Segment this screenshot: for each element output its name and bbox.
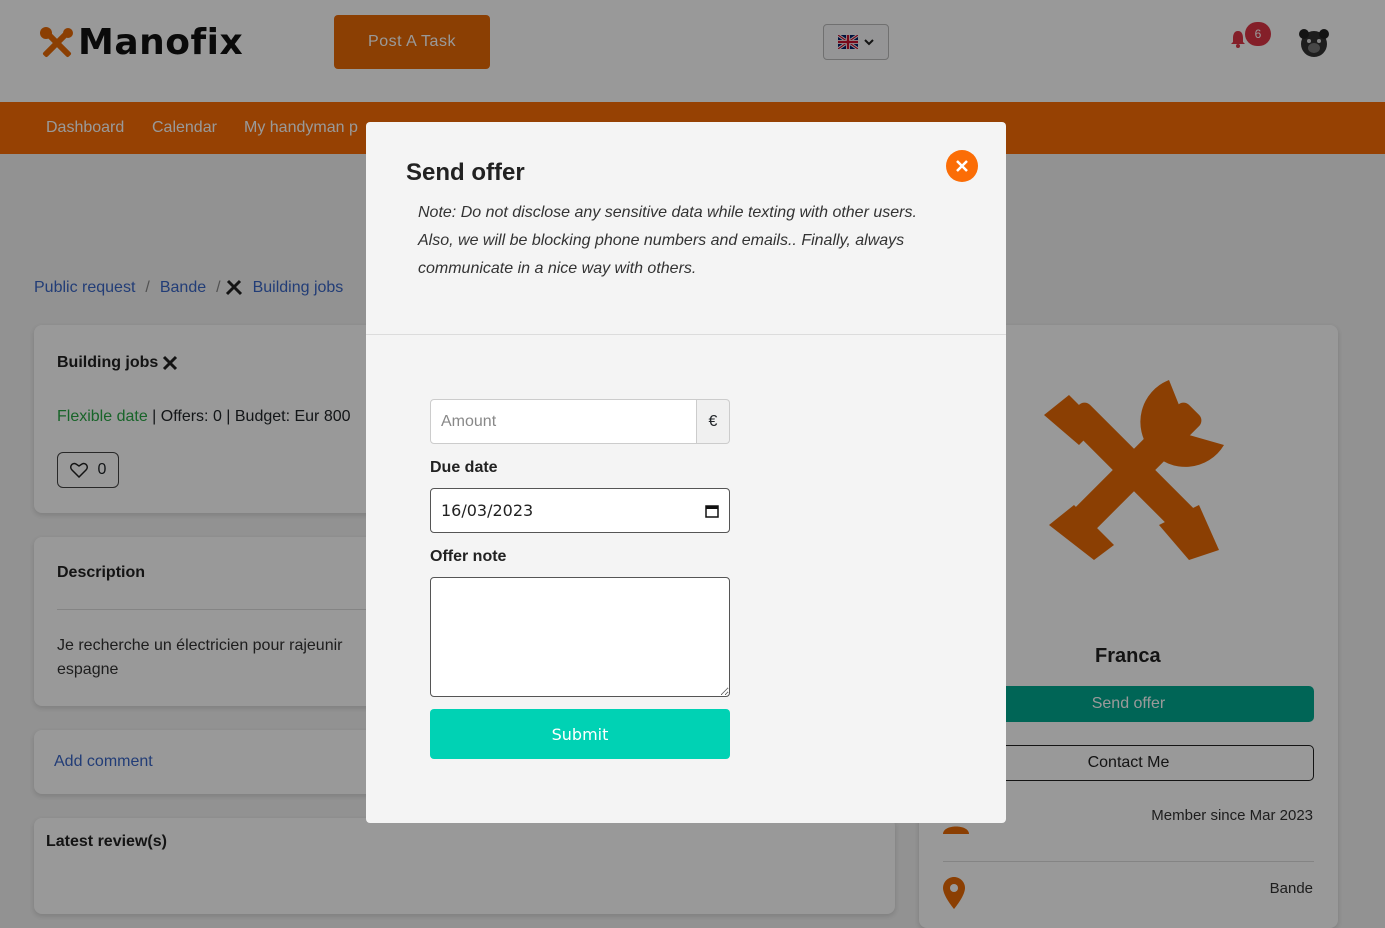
- submit-button[interactable]: Submit: [430, 709, 730, 759]
- amount-input[interactable]: [430, 399, 697, 444]
- amount-group: €: [430, 399, 730, 444]
- due-date-label: Due date: [430, 459, 498, 476]
- privacy-note: Note: Do not disclose any sensitive data…: [418, 204, 917, 277]
- modal-title: Send offer: [406, 159, 525, 186]
- calendar-icon[interactable]: [705, 504, 719, 518]
- close-icon: [956, 160, 968, 172]
- send-offer-modal: Send offer Note: Do not disclose any sen…: [366, 122, 1006, 823]
- offer-note-textarea[interactable]: [430, 577, 730, 697]
- due-date-input[interactable]: 16/03/2023: [430, 488, 730, 533]
- due-date-value: 16/03/2023: [441, 501, 534, 520]
- offer-note-label: Offer note: [430, 548, 507, 565]
- currency-addon: €: [697, 399, 730, 444]
- close-button[interactable]: [946, 150, 978, 182]
- divider: [366, 334, 1006, 335]
